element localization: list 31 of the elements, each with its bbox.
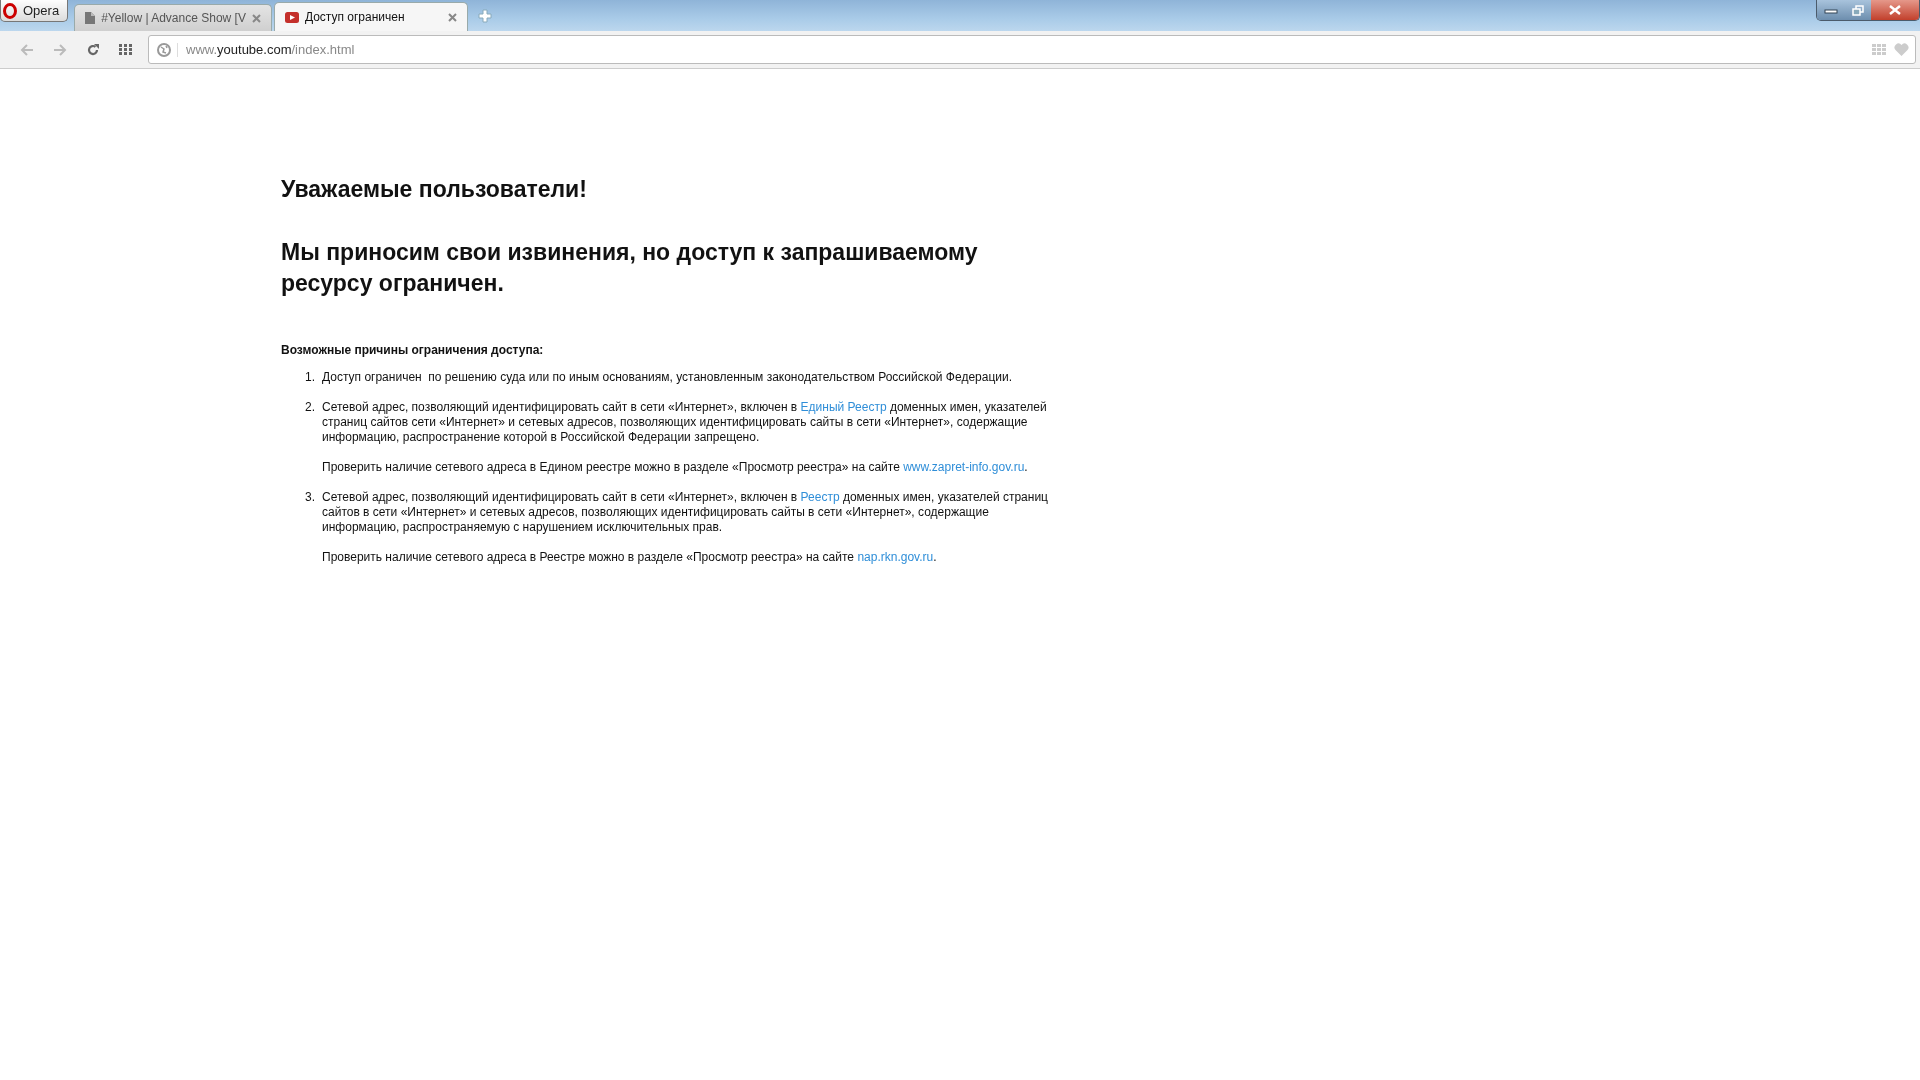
list-number: 3.	[304, 490, 316, 506]
apology-heading: Мы приносим свои извинения, но доступ к запрашиваемому ресурсу ограничен.	[281, 238, 979, 298]
browser-tab[interactable]: #Yellow | Advance Show [V	[74, 4, 272, 31]
video-play-icon	[284, 11, 299, 23]
greeting-heading: Уважаемые пользователи!	[281, 175, 588, 203]
tab-title: #Yellow | Advance Show [V	[101, 11, 246, 25]
paragraph-text: Доступ ограничен по решению суда или по иным основаниям, установленным законодательством Российской Федерации.	[322, 370, 1014, 385]
new-tab-icon[interactable]	[477, 9, 492, 23]
menu-button[interactable]: Opera	[0, 0, 69, 22]
heart-icon[interactable]	[1894, 43, 1909, 56]
document-icon	[85, 12, 96, 24]
link[interactable]: Реестр	[800, 490, 840, 504]
globe-icon	[157, 42, 178, 57]
url-text: www.youtube.com/index.html	[186, 42, 355, 57]
close-icon[interactable]	[1871, 0, 1919, 20]
opera-logo-icon	[3, 2, 17, 19]
address-field[interactable]: www.youtube.com/index.html	[148, 35, 1916, 64]
list-number: 2.	[304, 400, 316, 416]
paragraph-text: Проверить наличие сетевого адреса в Едином реестре можно в разделе «Просмотр реестра» на сайте www.zapret-info.gov.ru.	[322, 460, 1029, 475]
close-icon[interactable]	[251, 13, 261, 23]
restore-icon[interactable]	[1844, 0, 1871, 20]
list-number: 1.	[304, 370, 316, 385]
browser-tab[interactable]: Доступ ограничен	[273, 2, 468, 31]
close-icon[interactable]	[447, 12, 457, 22]
reasons-title: Возможные причины ограничения доступа:	[281, 343, 545, 357]
paragraph-text: Сетевой адрес, позволяющий идентифицировать сайт в сети «Интернет», включен в Единый Реестр доменных имен, указателей страниц сайтов сети «Интернет» и сетевых адресов, позволяющих идентифицировать сайты в сети «Интернет», содержащие информацию, распространение которой в Российской Федерации запрещено.	[322, 400, 1048, 445]
link[interactable]: Единый Реестр	[800, 400, 887, 414]
minimize-icon[interactable]	[1817, 0, 1844, 20]
tab-title: Доступ ограничен	[304, 10, 406, 24]
paragraph-text: Проверить наличие сетевого адреса в Реестре можно в разделе «Просмотр реестра» на сайте nap.rkn.gov.ru.	[322, 550, 938, 565]
paragraph-text: Сетевой адрес, позволяющий идентифицировать сайт в сети «Интернет», включен в Реестр доменных имен, указателей страниц сайтов в сети «Интернет» и сетевых адресов, позволяющих идентифицировать сайты в сети «Интернет», содержащие информацию, распространяемую с нарушением исключительных прав.	[322, 490, 1049, 535]
